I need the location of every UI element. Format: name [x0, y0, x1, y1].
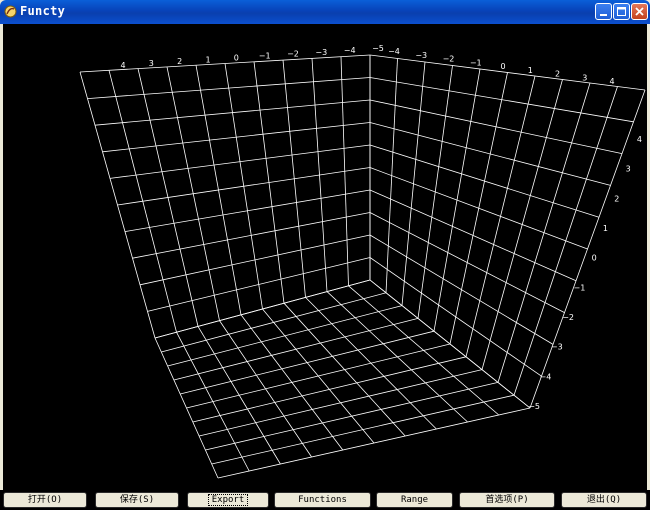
- floor-grid-line: [161, 292, 387, 353]
- back-left-wall-grid: [79, 54, 371, 339]
- back-right-wall-grid-line: [369, 122, 611, 186]
- back-right-wall-grid-line: [369, 144, 600, 218]
- window-title: Functy: [20, 4, 66, 18]
- right-edge-z-tick-label: 2: [614, 194, 619, 203]
- floor-grid-line: [192, 356, 467, 423]
- right-edge-z-tick-label: −4: [540, 372, 552, 381]
- minimize-button[interactable]: [595, 3, 612, 20]
- app-icon: [4, 5, 17, 18]
- floor-grid-line: [217, 407, 531, 479]
- back-left-wall-grid-line: [94, 99, 371, 126]
- functy-window: Functy 4 3 2 1 0 −1 −2 −3 −4 −5 −4 −3 −2 −1 0 1 2 3 4 4 3 2 1 0…: [0, 0, 650, 510]
- right-wall-y-tick-label: 1: [528, 66, 533, 75]
- back-left-wall-grid-line: [124, 189, 371, 232]
- save-button-label: 保存(S): [119, 495, 155, 505]
- quit-button[interactable]: 退出(Q): [561, 492, 647, 508]
- title-bar[interactable]: Functy: [0, 0, 650, 24]
- left-wall-x-tick-label: −5: [372, 44, 384, 53]
- open-button[interactable]: 打开(O): [3, 492, 87, 508]
- right-edge-z-tick-label: −2: [562, 313, 574, 322]
- back-right-wall-grid-line: [369, 189, 577, 282]
- right-wall-y-tick-label: −3: [415, 51, 427, 60]
- 3d-plot-viewport[interactable]: 4 3 2 1 0 −1 −2 −3 −4 −5 −4 −3 −2 −1 0 1 2 3 4 4 3 2 1 0 −1 −2 −3 −…: [3, 24, 647, 490]
- preferences-button[interactable]: 首选项(P): [459, 492, 555, 508]
- save-button[interactable]: 保存(S): [95, 492, 179, 508]
- left-wall-x-tick-label: −4: [344, 46, 356, 55]
- back-right-wall-grid-line: [369, 257, 542, 377]
- left-wall-x-tick-label: 1: [205, 55, 210, 64]
- back-right-wall-grid-line: [369, 77, 634, 123]
- back-left-wall-grid-line: [117, 167, 371, 206]
- floor-grid-line: [199, 369, 483, 437]
- back-left-wall-grid-line: [87, 77, 371, 99]
- left-wall-x-tick-label: −1: [259, 52, 271, 61]
- floor-grid-line: [167, 305, 403, 367]
- left-wall-x-tick-label: 0: [234, 53, 239, 62]
- functions-button-label: Functions: [298, 495, 347, 505]
- back-right-wall-grid-line: [369, 99, 623, 154]
- floor-grid-line: [211, 394, 515, 465]
- 3d-grid-canvas[interactable]: 4 3 2 1 0 −1 −2 −3 −4 −5 −4 −3 −2 −1 0 1 2 3 4 4 3 2 1 0 −1 −2 −3 −…: [3, 24, 647, 490]
- left-wall-x-tick-label: 2: [177, 57, 182, 66]
- maximize-icon: [617, 7, 626, 16]
- left-wall-x-tick-label: 4: [120, 61, 125, 70]
- right-edge-z-tick-label: −3: [551, 343, 563, 352]
- right-wall-y-tick-label: 3: [582, 73, 587, 82]
- floor-grid: [154, 279, 531, 479]
- export-button-label: Export: [207, 494, 249, 506]
- back-left-wall-grid-line: [147, 257, 371, 312]
- quit-button-label: 退出(Q): [586, 495, 622, 505]
- right-edge-z-tick-label: 0: [592, 254, 597, 263]
- left-wall-x-tick-label: 3: [149, 59, 154, 68]
- range-button[interactable]: Range: [376, 492, 453, 508]
- right-edge-z-tick-label: 3: [626, 165, 631, 174]
- floor-grid-line: [180, 330, 435, 395]
- floor-grid-line: [173, 318, 419, 381]
- open-button-label: 打开(O): [27, 495, 63, 505]
- right-edge-z-tick-label: 4: [637, 135, 642, 144]
- back-right-wall-grid-line: [369, 167, 588, 250]
- floor-grid-line: [186, 343, 451, 409]
- right-wall-y-tick-label: −2: [443, 55, 455, 64]
- close-button[interactable]: [631, 3, 648, 20]
- back-left-wall-grid-line: [102, 122, 371, 153]
- right-wall-y-tick-label: 2: [555, 70, 560, 79]
- right-wall-y-tick-label: −1: [470, 58, 482, 67]
- functions-button[interactable]: Functions: [274, 492, 371, 508]
- bottom-toolbar: 打开(O) 保存(S) Export Functions Range 首选项(P…: [0, 490, 650, 510]
- left-wall-x-tick-label: −2: [287, 50, 299, 59]
- maximize-button[interactable]: [613, 3, 630, 20]
- right-edge-z-tick-label: −1: [574, 283, 586, 292]
- back-left-wall-grid-line: [139, 234, 371, 286]
- range-button-label: Range: [400, 495, 429, 505]
- export-button[interactable]: Export: [187, 492, 269, 508]
- right-edge-z-tick-label: −5: [528, 402, 540, 411]
- right-edge-z-tick-label: 1: [603, 224, 608, 233]
- preferences-button-label: 首选项(P): [485, 495, 529, 505]
- close-icon: [635, 7, 644, 16]
- right-wall-y-tick-label: 0: [500, 62, 505, 71]
- minimize-icon: [600, 14, 607, 16]
- back-left-wall-grid-line: [132, 212, 371, 259]
- right-wall-y-tick-label: −4: [388, 47, 400, 56]
- left-wall-x-tick-label: −3: [315, 48, 327, 57]
- right-wall-y-tick-label: 4: [609, 77, 614, 86]
